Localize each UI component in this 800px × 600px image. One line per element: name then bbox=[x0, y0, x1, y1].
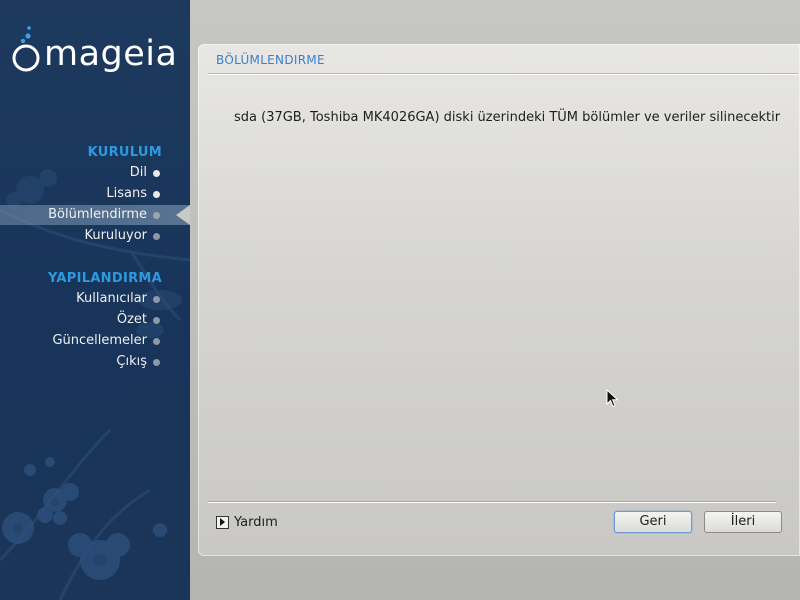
step-label: Dil bbox=[129, 165, 147, 180]
step-status-dot-icon bbox=[153, 296, 160, 303]
step-exit: Çıkış bbox=[0, 352, 190, 372]
footer-divider bbox=[208, 501, 776, 503]
step-summary: Özet bbox=[0, 310, 190, 330]
step-label: Çıkış bbox=[116, 354, 147, 369]
step-status-dot-icon bbox=[153, 359, 160, 366]
sidebar: mageia KURULUM Dil Lisans Bölümlendirme … bbox=[0, 0, 190, 600]
back-button[interactable]: Geri bbox=[614, 511, 692, 533]
step-label: Kullanıcılar bbox=[76, 291, 147, 306]
page-title: BÖLÜMLENDIRME bbox=[216, 53, 325, 67]
step-label: Kuruluyor bbox=[84, 228, 147, 243]
step-status-dot-icon bbox=[153, 317, 160, 324]
logo-wordmark: mageia bbox=[44, 34, 178, 74]
step-status-dot-icon bbox=[153, 233, 160, 240]
section-title-install: KURULUM bbox=[87, 145, 162, 160]
step-status-dot-icon bbox=[153, 170, 160, 177]
help-expander[interactable]: Yardım bbox=[216, 514, 278, 530]
step-updates: Güncellemeler bbox=[0, 331, 190, 351]
title-divider bbox=[208, 73, 798, 75]
erase-warning-message: sda (37GB, Toshiba MK4026GA) diski üzeri… bbox=[234, 110, 781, 125]
step-users: Kullanıcılar bbox=[0, 289, 190, 309]
step-installing: Kuruluyor bbox=[0, 226, 190, 246]
expander-triangle-icon[interactable] bbox=[216, 515, 229, 529]
step-license: Lisans bbox=[0, 184, 190, 204]
step-status-dot-icon bbox=[153, 212, 160, 219]
main-panel: BÖLÜMLENDIRME sda (37GB, Toshiba MK4026G… bbox=[198, 44, 800, 556]
step-language: Dil bbox=[0, 163, 190, 183]
step-label: Özet bbox=[116, 312, 147, 327]
step-status-dot-icon bbox=[153, 191, 160, 198]
step-partitioning: Bölümlendirme bbox=[0, 205, 190, 225]
current-step-arrow-icon bbox=[176, 205, 190, 225]
section-title-configuration: YAPILANDIRMA bbox=[47, 271, 162, 286]
step-label: Bölümlendirme bbox=[48, 207, 147, 222]
mouse-pointer-icon bbox=[606, 389, 619, 408]
step-label: Lisans bbox=[106, 186, 147, 201]
step-status-dot-icon bbox=[153, 338, 160, 345]
next-button[interactable]: İleri bbox=[704, 511, 782, 533]
installer-screen: mageia KURULUM Dil Lisans Bölümlendirme … bbox=[0, 0, 800, 600]
step-label: Güncellemeler bbox=[52, 333, 147, 348]
help-label[interactable]: Yardım bbox=[234, 515, 278, 530]
